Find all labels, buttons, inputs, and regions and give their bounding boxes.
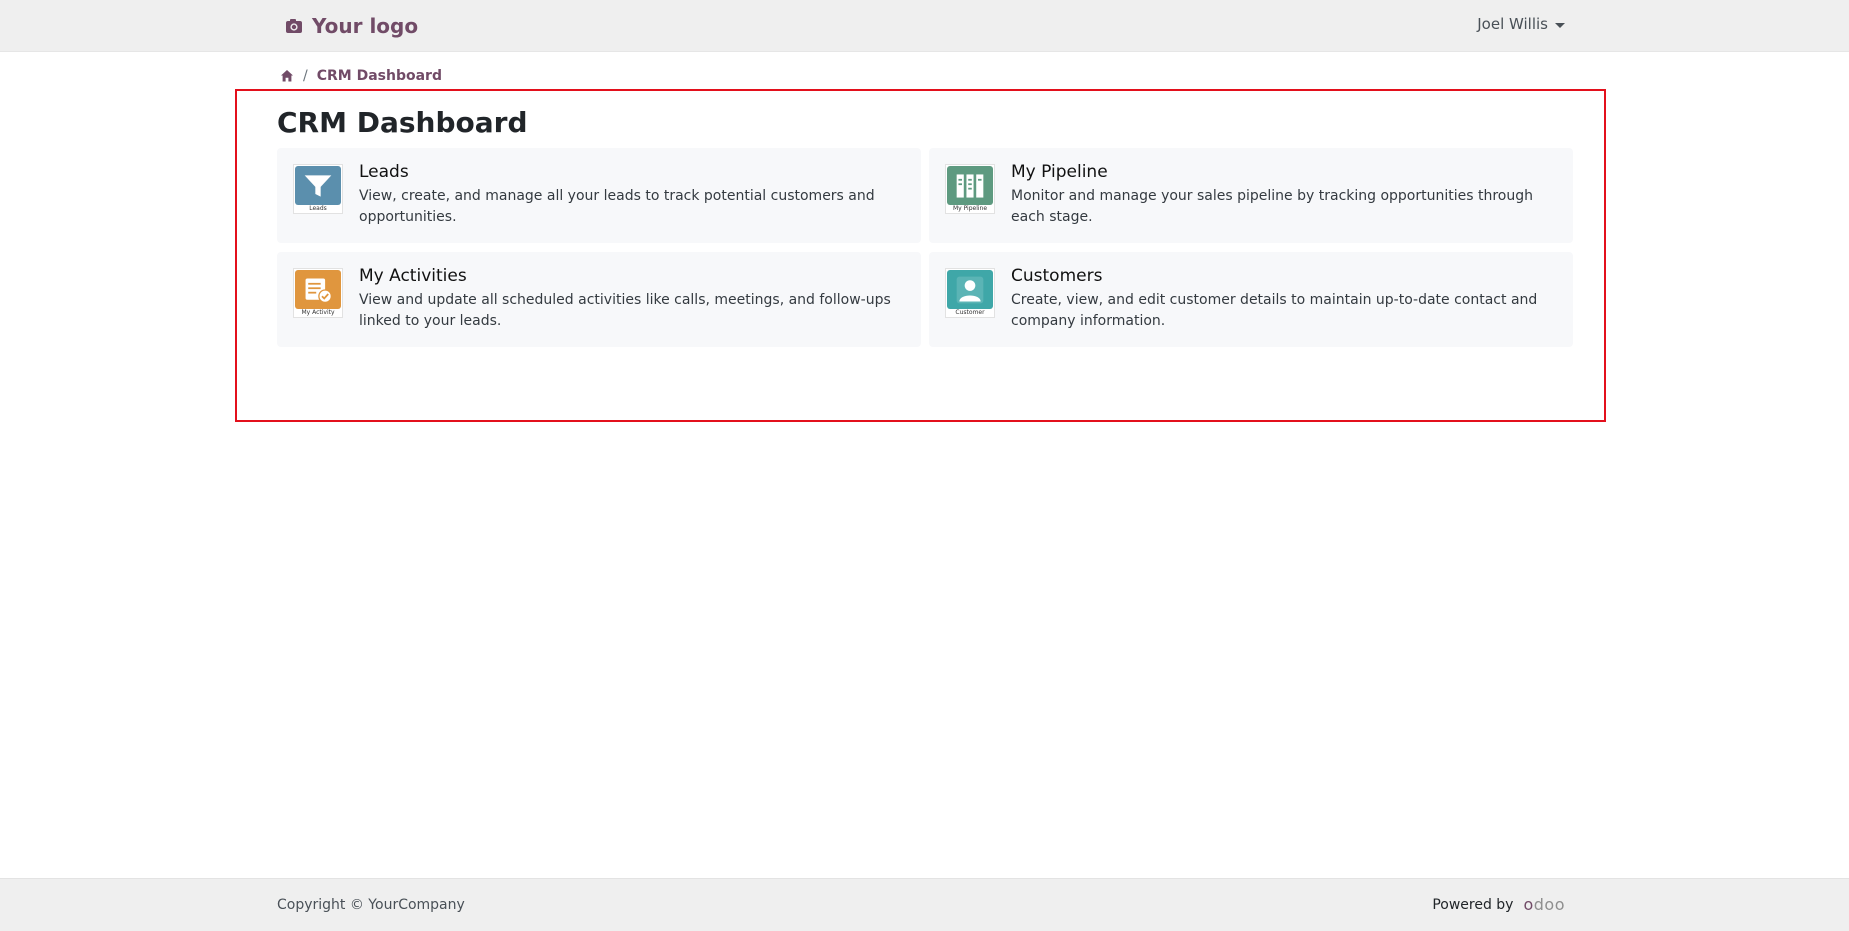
top-navbar: Your logo Joel Willis: [0, 0, 1849, 52]
breadcrumb-current: CRM Dashboard: [316, 68, 442, 84]
odoo-logo-rest: doo: [1533, 895, 1565, 914]
customers-icon-caption: Customer: [955, 309, 985, 316]
leads-card[interactable]: Leads Leads View, create, and manage all…: [277, 148, 921, 243]
copyright-text: Copyright © YourCompany: [277, 897, 465, 913]
caret-down-icon: [1555, 22, 1565, 28]
odoo-logo-link[interactable]: odoo: [1523, 895, 1565, 914]
breadcrumb: / CRM Dashboard: [280, 68, 442, 84]
breadcrumb-separator: /: [303, 68, 308, 84]
user-name: Joel Willis: [1477, 15, 1548, 33]
pipeline-description: Monitor and manage your sales pipeline b…: [1011, 188, 1533, 225]
pipeline-icon-caption: My Pipeline: [952, 205, 988, 212]
kanban-icon: My Pipeline: [945, 164, 995, 214]
home-icon[interactable]: [280, 69, 294, 83]
leads-icon-caption: Leads: [309, 205, 327, 212]
activities-card[interactable]: My Activity My Activities View and updat…: [277, 252, 921, 347]
pipeline-card[interactable]: My Pipeline My Pipeline Monitor and mana…: [929, 148, 1573, 243]
camera-icon: [286, 19, 302, 33]
activity-icon: My Activity: [293, 268, 343, 318]
leads-description: View, create, and manage all your leads …: [359, 188, 875, 225]
activities-title: My Activities: [359, 266, 467, 286]
footer: Copyright © YourCompany Powered by odoo: [0, 878, 1849, 931]
page-title: CRM Dashboard: [277, 106, 528, 139]
leads-title: Leads: [359, 162, 409, 182]
powered-by: Powered by odoo: [1432, 895, 1565, 914]
logo-text: Your logo: [312, 14, 419, 38]
user-menu-dropdown[interactable]: Joel Willis: [1477, 15, 1565, 33]
customers-description: Create, view, and edit customer details …: [1011, 292, 1538, 329]
powered-by-label: Powered by: [1432, 896, 1514, 913]
logo-link[interactable]: Your logo: [285, 12, 418, 40]
activities-icon-caption: My Activity: [301, 309, 335, 316]
customers-card[interactable]: Customer Customers Create, view, and edi…: [929, 252, 1573, 347]
customers-title: Customers: [1011, 266, 1103, 286]
odoo-logo-o: o: [1523, 895, 1534, 914]
funnel-icon: Leads: [293, 164, 343, 214]
customer-icon: Customer: [945, 268, 995, 318]
pipeline-title: My Pipeline: [1011, 162, 1108, 182]
activities-description: View and update all scheduled activities…: [359, 292, 891, 329]
